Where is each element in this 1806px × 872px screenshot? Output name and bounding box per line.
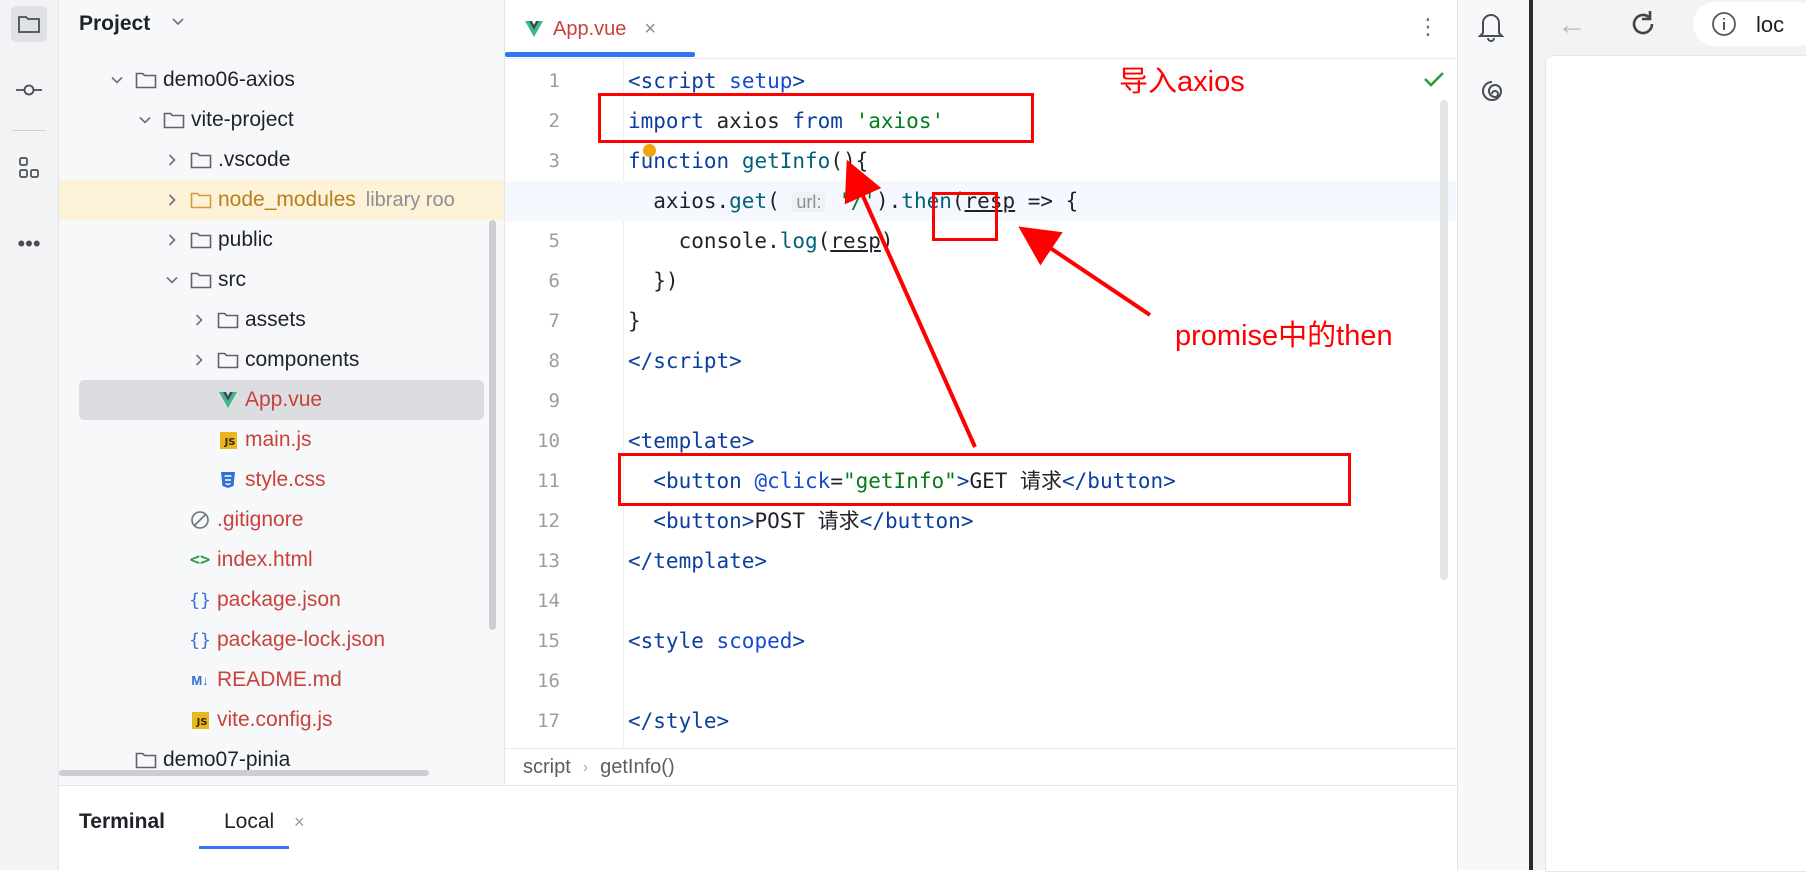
annotation-arrow-to-getinfo <box>844 159 977 448</box>
annotation-arrows <box>844 159 1152 448</box>
annotation-arrow-to-then <box>1018 226 1152 317</box>
